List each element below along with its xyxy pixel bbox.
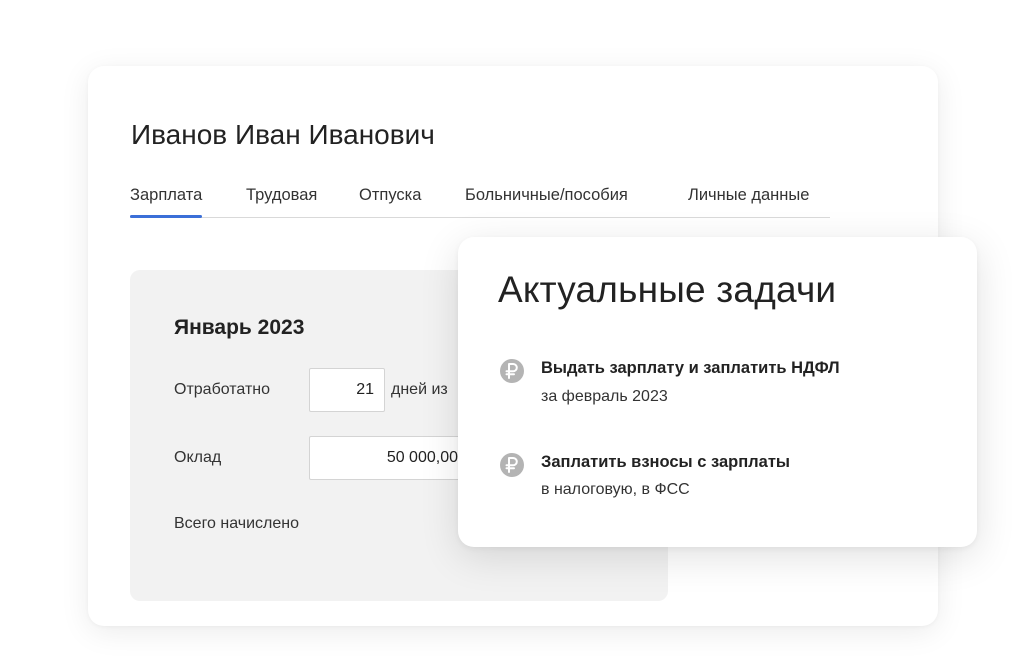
tabs-bar: Зарплата Трудовая Отпуска Больничные/пос… <box>130 186 830 218</box>
ruble-icon <box>500 359 524 383</box>
tab-personal-data[interactable]: Личные данные <box>688 186 809 205</box>
tab-sick-leave[interactable]: Больничные/пособия <box>465 186 628 205</box>
task-subtitle: за февраль 2023 <box>541 388 668 405</box>
ruble-icon <box>500 453 524 477</box>
tab-vacations[interactable]: Отпуска <box>359 186 421 205</box>
salary-input[interactable]: 50 000,00 <box>309 436 469 480</box>
tasks-title: Актуальные задачи <box>498 269 837 310</box>
salary-label: Оклад <box>174 449 222 466</box>
employee-name: Иванов Иван Иванович <box>131 119 435 150</box>
month-title: Январь 2023 <box>174 316 305 339</box>
task-subtitle: в налоговую, в ФСС <box>541 481 690 498</box>
tab-salary[interactable]: Зарплата <box>130 186 203 218</box>
worked-days-suffix: дней из <box>391 381 448 398</box>
tab-employment[interactable]: Трудовая <box>246 186 317 205</box>
task-title[interactable]: Заплатить взносы с зарплаты <box>541 453 790 472</box>
total-label: Всего начислено <box>174 515 300 532</box>
task-title[interactable]: Выдать зарплату и заплатить НДФЛ <box>541 359 840 378</box>
worked-days-input[interactable]: 21 <box>309 368 385 412</box>
worked-label: Отработатно <box>174 381 271 398</box>
